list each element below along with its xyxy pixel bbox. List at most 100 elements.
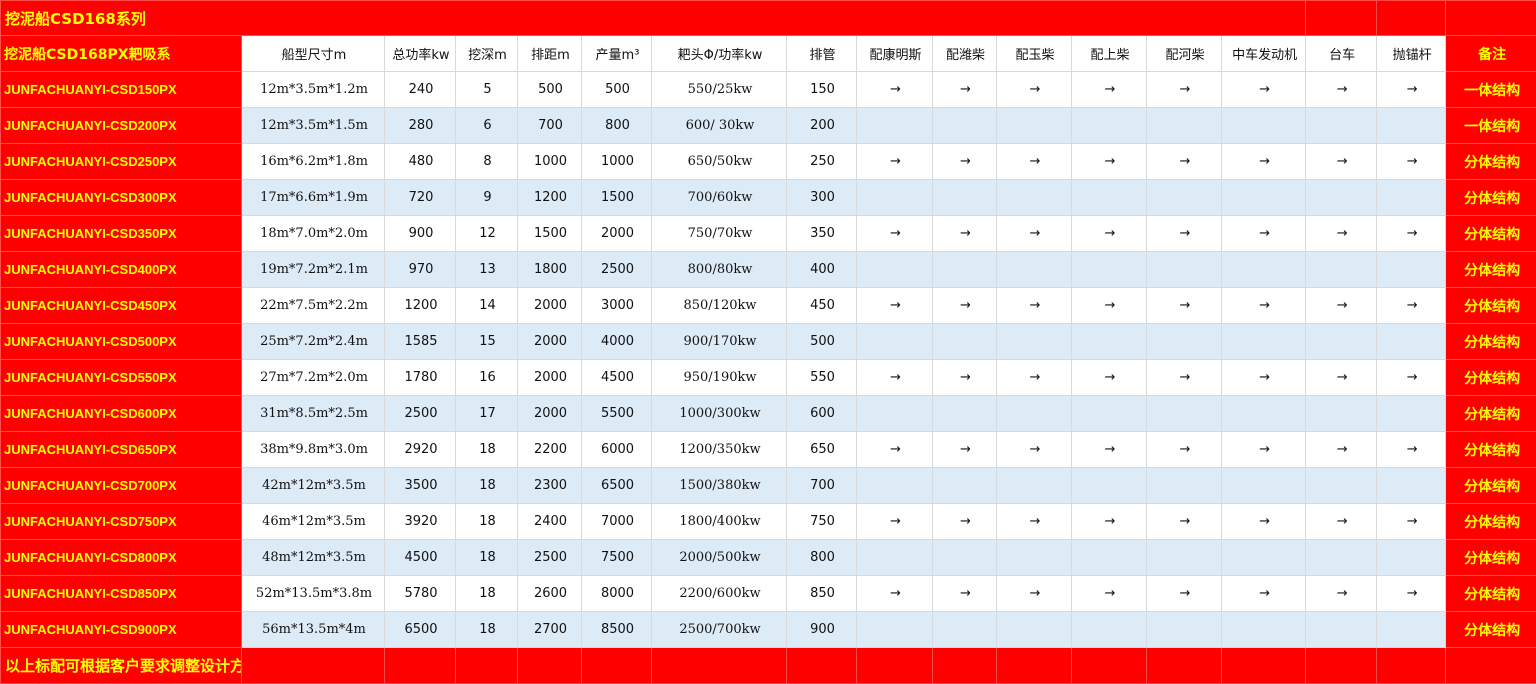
empty-cell [856,467,933,504]
arrow-right-icon: → [856,287,933,324]
cell-model: JUNFACHUANYI-CSD500PX [0,323,242,360]
cell-cutter: 950/190kw [651,359,787,396]
empty-cell [1146,107,1222,144]
col-header-yuchai: 配玉柴 [996,35,1072,72]
arrow-right-icon: → [1146,431,1222,468]
col-header-output: 产量m³ [581,35,652,72]
cell-cutter: 850/120kw [651,287,787,324]
col-header-cutter: 耙头Φ/功率kw [651,35,787,72]
cell-cutter: 550/25kw [651,71,787,108]
empty-cell [1376,395,1447,432]
cell-cutter: 700/60kw [651,179,787,216]
arrow-right-icon: → [1305,503,1378,540]
cell-remark: 分体结构 [1445,611,1536,648]
cell-pipe: 400 [786,251,857,288]
arrow-right-icon: → [996,143,1072,180]
cell-distance: 1200 [517,179,582,216]
empty-cell [932,467,997,504]
table-row: JUNFACHUANYI-CSD150PX 12m*3.5m*1.2m 240 5 50… [0,71,1536,108]
cell-pipe: 650 [786,431,857,468]
empty-cell [996,323,1072,360]
arrow-right-icon: → [1376,215,1447,252]
cell-remark: 分体结构 [1445,431,1536,468]
cell-depth: 12 [455,215,518,252]
cell-remark: 一体结构 [1445,107,1536,144]
cell-distance: 1500 [517,215,582,252]
arrow-right-icon: → [1305,215,1378,252]
col-header-depth: 挖深m [455,35,518,72]
empty-cell [1305,107,1378,144]
cell-pipe: 150 [786,71,857,108]
empty-cell [996,107,1072,144]
cell-model: JUNFACHUANYI-CSD650PX [0,431,242,468]
cell-output: 1000 [581,143,652,180]
cell-size: 12m*3.5m*1.2m [241,71,385,108]
col-header-crrc: 中车发动机 [1220,35,1307,72]
empty-cell [517,647,582,684]
cell-remark: 分体结构 [1445,251,1536,288]
table-row: JUNFACHUANYI-CSD350PX 18m*7.0m*2.0m 900 12 1… [0,215,1536,252]
cell-remark: 一体结构 [1445,71,1536,108]
table-row: JUNFACHUANYI-CSD750PX 46m*12m*3.5m 3920 18 2… [0,503,1536,540]
empty-cell [856,107,933,144]
cell-size: 56m*13.5m*4m [241,611,385,648]
arrow-right-icon: → [932,143,997,180]
arrow-right-icon: → [1376,359,1447,396]
arrow-right-icon: → [1220,71,1307,108]
empty-cell [1445,647,1536,684]
cell-size: 31m*8.5m*2.5m [241,395,385,432]
cell-output: 5500 [581,395,652,432]
empty-cell [786,647,857,684]
arrow-right-icon: → [1146,215,1222,252]
empty-cell [1376,179,1447,216]
empty-cell [581,647,652,684]
cell-cutter: 1500/380kw [651,467,787,504]
cell-remark: 分体结构 [1445,575,1536,612]
cell-depth: 9 [455,179,518,216]
cell-depth: 17 [455,395,518,432]
cell-cutter: 1200/350kw [651,431,787,468]
arrow-right-icon: → [1146,503,1222,540]
cell-power: 240 [384,71,456,108]
cell-size: 52m*13.5m*3.8m [241,575,385,612]
cell-output: 4500 [581,359,652,396]
empty-cell [1305,467,1378,504]
cell-pipe: 800 [786,539,857,576]
cell-cutter: 900/170kw [651,323,787,360]
cell-output: 6500 [581,467,652,504]
empty-cell [1071,251,1147,288]
arrow-right-icon: → [856,143,933,180]
col-header-pipe: 排管 [786,35,857,72]
empty-cell [1146,179,1222,216]
empty-cell [932,647,997,684]
cell-cutter: 2000/500kw [651,539,787,576]
col-header-power: 总功率kw [384,35,456,72]
table-row: JUNFACHUANYI-CSD500PX 25m*7.2m*2.4m 1585 15… [0,323,1536,360]
empty-cell [1220,323,1307,360]
cell-depth: 18 [455,467,518,504]
cell-model: JUNFACHUANYI-CSD250PX [0,143,242,180]
arrow-right-icon: → [1305,575,1378,612]
cell-depth: 18 [455,575,518,612]
cell-model: JUNFACHUANYI-CSD550PX [0,359,242,396]
cell-distance: 2500 [517,539,582,576]
arrow-right-icon: → [856,359,933,396]
cell-model: JUNFACHUANYI-CSD400PX [0,251,242,288]
cell-distance: 2200 [517,431,582,468]
arrow-right-icon: → [932,431,997,468]
cell-pipe: 850 [786,575,857,612]
cell-output: 4000 [581,323,652,360]
col-header-trolley: 台车 [1305,35,1378,72]
cell-distance: 1000 [517,143,582,180]
cell-depth: 18 [455,539,518,576]
cell-output: 8500 [581,611,652,648]
empty-cell [1305,647,1378,684]
arrow-right-icon: → [1071,287,1147,324]
empty-cell [1220,539,1307,576]
empty-cell [996,611,1072,648]
cell-remark: 分体结构 [1445,287,1536,324]
col-header-shangchai: 配上柴 [1071,35,1147,72]
cell-pipe: 550 [786,359,857,396]
arrow-right-icon: → [1220,575,1307,612]
cell-cutter: 1000/300kw [651,395,787,432]
